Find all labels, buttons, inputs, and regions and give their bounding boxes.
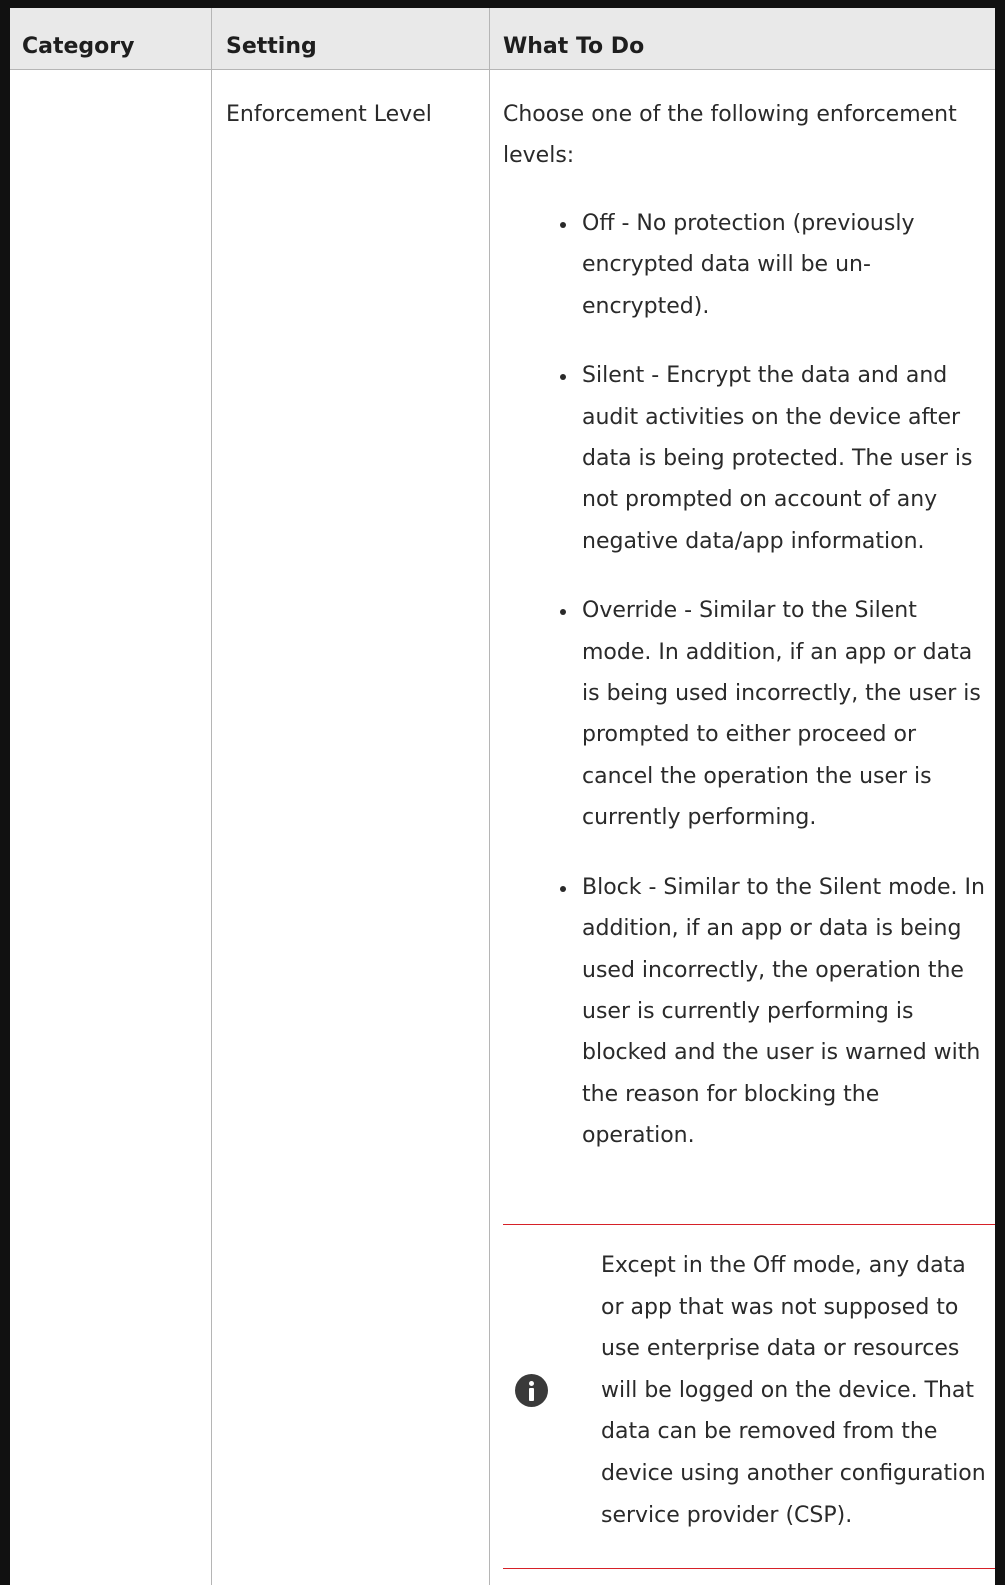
list-item-text: Override - Similar to the Silent mode. I… <box>582 598 981 831</box>
bullet-icon <box>560 885 566 892</box>
column-divider-1 <box>211 8 212 1585</box>
info-icon <box>515 1374 548 1407</box>
settings-table: Category Setting What To Do Enforcement … <box>0 0 1005 1585</box>
header-category: Category <box>22 34 135 59</box>
enforcement-level-list: Off - No protection (previously encrypte… <box>530 203 990 1185</box>
list-item-text: Off - No protection (previously encrypte… <box>582 211 915 319</box>
header-what-to-do: What To Do <box>503 34 645 59</box>
list-item: Block - Similar to the Silent mode. In a… <box>560 867 990 1157</box>
list-item: Silent - Encrypt the data and and audit … <box>560 355 990 562</box>
list-item-text: Block - Similar to the Silent mode. In a… <box>582 874 985 1149</box>
list-item: Off - No protection (previously encrypte… <box>560 203 990 327</box>
bullet-icon <box>560 374 566 381</box>
cell-what-to-do-intro: Choose one of the following enforcement … <box>503 102 957 168</box>
bullet-icon <box>560 609 566 616</box>
bullet-icon <box>560 222 566 228</box>
cell-setting: Enforcement Level <box>226 102 432 127</box>
info-note-text: Except in the Off mode, any data or app … <box>601 1253 986 1528</box>
column-divider-2 <box>489 8 490 1585</box>
list-item-text: Silent - Encrypt the data and and audit … <box>582 363 973 554</box>
info-note: Except in the Off mode, any data or app … <box>503 1224 995 1569</box>
header-setting: Setting <box>226 34 317 59</box>
table-header-row: Category Setting What To Do <box>10 8 995 70</box>
list-item: Override - Similar to the Silent mode. I… <box>560 590 990 838</box>
